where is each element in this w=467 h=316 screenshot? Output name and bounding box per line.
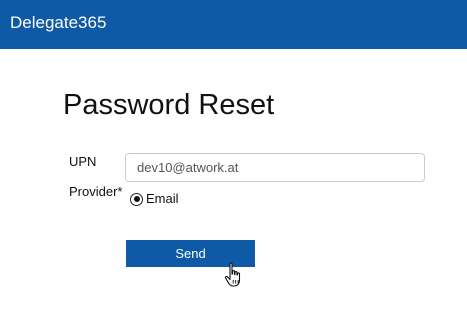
email-radio-label: Email <box>146 191 179 206</box>
upn-input[interactable] <box>125 153 425 182</box>
page-title: Password Reset <box>63 89 275 122</box>
email-radio[interactable] <box>130 192 143 206</box>
app-header: Delegate365 <box>0 0 467 49</box>
provider-option-email[interactable]: Email <box>130 191 179 207</box>
provider-label: Provider* <box>69 184 123 199</box>
upn-label: UPN <box>69 154 97 169</box>
hand-pointer-icon <box>224 262 241 287</box>
app-brand[interactable]: Delegate365 <box>10 13 106 33</box>
